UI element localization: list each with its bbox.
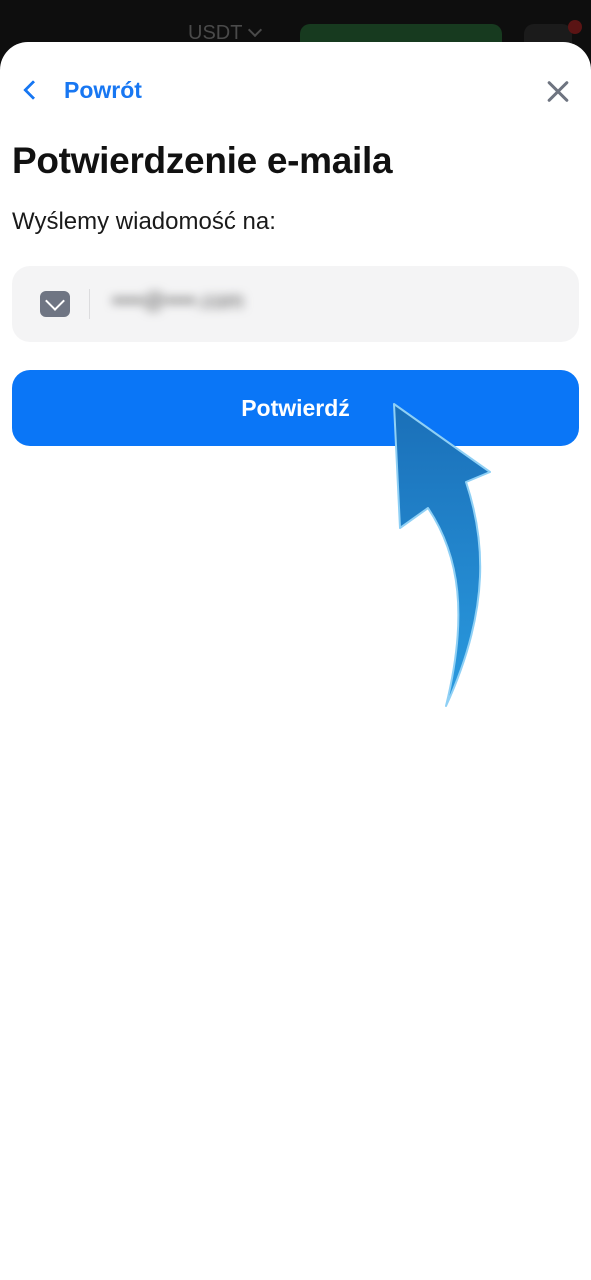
mail-icon <box>40 291 70 317</box>
currency-label: USDT <box>188 22 243 44</box>
email-field[interactable]: ••••@••••.com <box>12 266 579 342</box>
field-divider <box>89 289 90 319</box>
chevron-down-icon <box>248 22 263 38</box>
back-label: Powrót <box>64 76 142 103</box>
arrow-pointer-annotation <box>393 403 491 707</box>
back-button[interactable]: Powrót <box>18 72 142 108</box>
close-icon[interactable] <box>540 74 576 110</box>
email-value: ••••@••••.com <box>112 288 244 313</box>
subtitle: Wyślemy wiadomość na: <box>12 208 276 235</box>
page-title: Potwierdzenie e-maila <box>12 140 393 181</box>
notification-dot <box>568 20 582 34</box>
chevron-left-icon <box>23 80 43 100</box>
